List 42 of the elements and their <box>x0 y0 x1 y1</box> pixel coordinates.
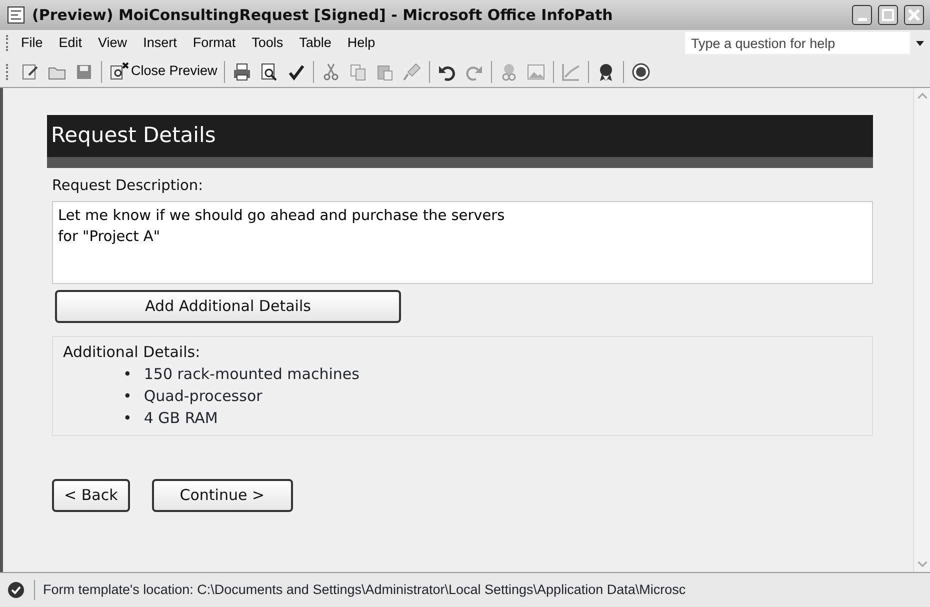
details-label: Additional Details: <box>63 342 202 363</box>
picture-icon[interactable] <box>526 62 546 82</box>
add-details-button[interactable]: Add Additional Details <box>55 290 401 323</box>
help-search-field[interactable]: Type a question for help <box>685 32 910 54</box>
copy-icon[interactable] <box>348 62 368 82</box>
menu-item[interactable]: Help <box>339 30 384 56</box>
print-preview-icon[interactable] <box>259 62 280 82</box>
format-painter-icon[interactable] <box>402 62 422 82</box>
form-app-icon <box>6 5 26 25</box>
status-text: Form template's location: C:\Documents and Settings\Administrator\Local Settings\Application Data\Microsc <box>34 580 930 600</box>
bullet-mark: • <box>123 408 132 430</box>
chart-icon[interactable] <box>561 62 582 82</box>
field-label: Request Description: <box>52 176 204 196</box>
signed-check-icon <box>6 580 26 600</box>
menu-item[interactable]: File <box>13 30 51 56</box>
maximize-button[interactable] <box>878 5 898 25</box>
edit-form-icon[interactable] <box>20 62 40 82</box>
magnifier-close-icon <box>109 62 129 82</box>
detail-item: 150 rack-mounted machines <box>144 364 360 386</box>
print-icon[interactable] <box>232 62 252 82</box>
menu-item[interactable]: Tools <box>244 30 292 56</box>
close-preview-button[interactable]: Close Preview <box>109 61 218 82</box>
menu-item[interactable]: Format <box>184 30 244 56</box>
menu-item[interactable]: Insert <box>135 30 185 56</box>
back-button[interactable]: < Back <box>52 479 130 512</box>
maximize-icon <box>882 9 894 21</box>
menu-item[interactable]: Table <box>291 30 340 56</box>
minimize-icon <box>858 18 866 21</box>
close-button[interactable] <box>904 5 924 25</box>
bullet-mark: • <box>123 364 132 386</box>
detail-item: Quad-processor <box>144 386 262 408</box>
continue-button[interactable]: Continue > <box>152 479 293 512</box>
vertical-scrollbar[interactable] <box>913 88 930 572</box>
minimize-button[interactable] <box>852 5 872 25</box>
section-heading: Request Details <box>47 115 873 168</box>
close-icon <box>908 9 920 21</box>
menu-item[interactable]: View <box>90 30 136 56</box>
window-title: (Preview) MoiConsultingRequest [Signed] - Microsoft Office InfoPath <box>32 4 614 26</box>
description-field[interactable]: Let me know if we should go ahead and purchase the servers for "Project A" <box>52 201 873 284</box>
bullet-mark: • <box>123 386 132 408</box>
detail-item: 4 GB RAM <box>144 408 218 430</box>
menu-item[interactable]: Edit <box>50 30 90 56</box>
